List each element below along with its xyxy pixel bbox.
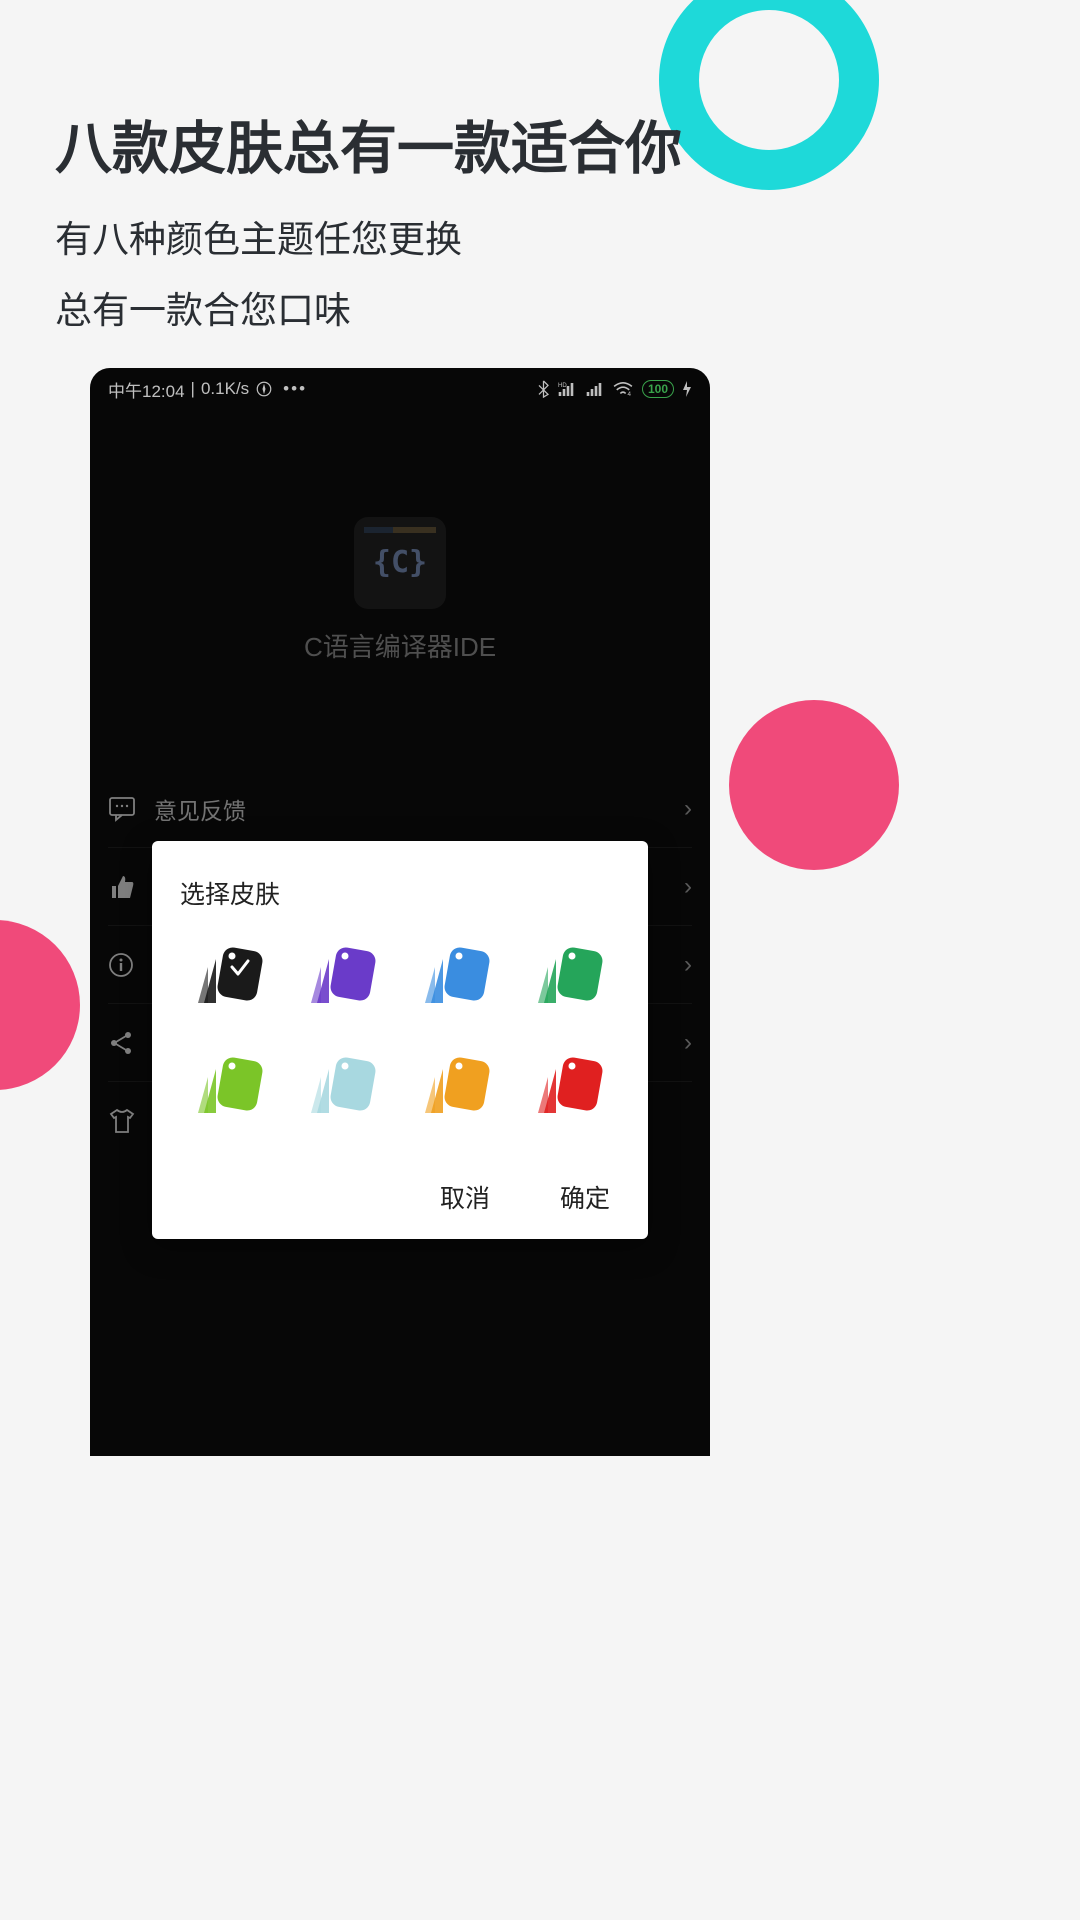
promo-headline: 八款皮肤总有一款适合你: [55, 115, 779, 183]
share-icon: [108, 1030, 154, 1056]
chevron-right-icon: ›: [684, 1029, 692, 1057]
svg-text:4: 4: [627, 391, 631, 397]
skin-option-green[interactable]: [521, 939, 621, 1017]
skin-option-black[interactable]: [180, 939, 280, 1017]
skin-option-purple[interactable]: [294, 939, 394, 1017]
skin-option-red[interactable]: [521, 1049, 621, 1127]
promo-subtext: 有八种颜色主题任您更换 总有一款合您口味: [55, 205, 779, 346]
status-sep: |: [191, 379, 195, 399]
signal-hd-icon: HD: [558, 381, 578, 397]
skin-option-orange[interactable]: [407, 1049, 507, 1127]
status-time: 中午12:04: [108, 377, 185, 402]
modal-title: 选择皮肤: [180, 875, 620, 911]
phone-frame: 中午12:04 | 0.1K/s ••• HD 4 100 {C} C语言编译器…: [90, 368, 710, 1456]
bluetooth-icon: [537, 380, 550, 398]
wifi-icon: 4: [612, 381, 634, 397]
chevron-right-icon: ›: [684, 951, 692, 979]
app-hero: {C} C语言编译器IDE: [90, 410, 710, 770]
battery-indicator: 100: [642, 380, 674, 398]
app-name: C语言编译器IDE: [304, 627, 496, 664]
skin-grid: [180, 939, 620, 1127]
chevron-right-icon: ›: [684, 795, 692, 823]
info-icon: [108, 952, 154, 978]
feedback-icon: [108, 796, 154, 822]
skin-picker-modal: 选择皮肤 取消 确定: [152, 841, 648, 1239]
skin-option-blue[interactable]: [407, 939, 507, 1017]
status-netspeed: 0.1K/s: [201, 379, 249, 399]
compass-icon: [255, 380, 273, 398]
decoration-pink-circle-bottom: [0, 920, 80, 1090]
status-bar: 中午12:04 | 0.1K/s ••• HD 4 100: [90, 368, 710, 410]
cancel-button[interactable]: 取消: [440, 1179, 490, 1215]
status-more-icon: •••: [283, 379, 307, 399]
skin-option-lightblue[interactable]: [294, 1049, 394, 1127]
row-label: 意见反馈: [154, 792, 684, 826]
confirm-button[interactable]: 确定: [560, 1179, 610, 1215]
charging-icon: [682, 381, 692, 397]
svg-text:HD: HD: [558, 383, 567, 389]
app-icon: {C}: [354, 517, 446, 609]
skin-option-lime[interactable]: [180, 1049, 280, 1127]
shirt-icon: [108, 1108, 154, 1134]
row-feedback[interactable]: 意见反馈 ›: [108, 770, 692, 848]
signal-icon: [586, 381, 604, 397]
thumbs-icon: [108, 874, 154, 900]
promo-block: 八款皮肤总有一款适合你 有八种颜色主题任您更换 总有一款合您口味: [55, 115, 779, 346]
decoration-pink-circle-top: [729, 700, 899, 870]
chevron-right-icon: ›: [684, 873, 692, 901]
